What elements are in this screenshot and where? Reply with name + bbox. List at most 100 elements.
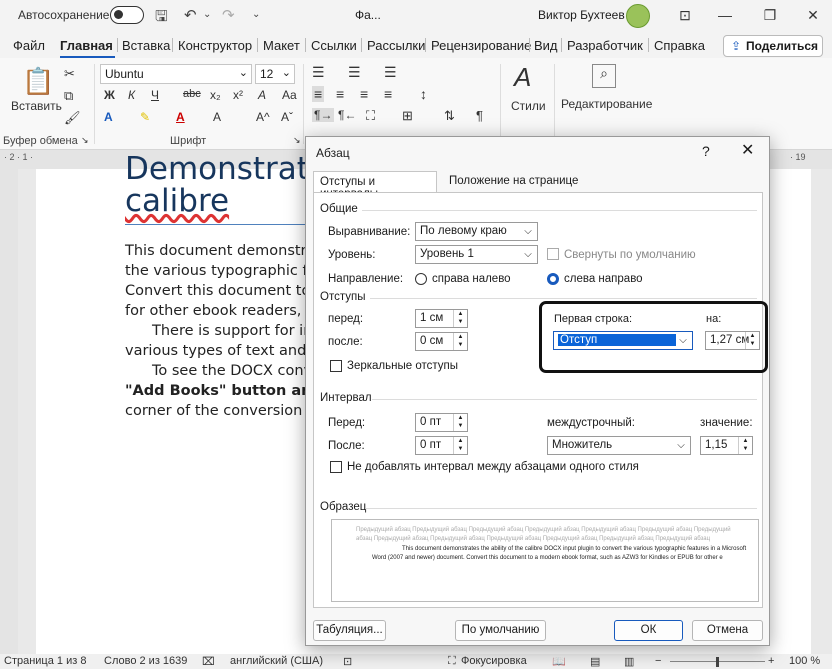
format-painter-icon[interactable]: 🖌 [64,110,81,126]
restore-button[interactable]: ❐ [755,4,785,26]
tab-help[interactable]: Справка [654,38,705,53]
no-space-checkbox[interactable] [330,461,342,473]
undo-dropdown-icon[interactable]: ⌄ [203,9,211,20]
spin-arrows-icon[interactable]: ▲ ▼ [453,333,467,350]
focus-icon[interactable]: ⛶ [448,655,456,668]
styles-icon[interactable]: A [514,62,531,93]
tab-home[interactable]: Главная [60,38,113,53]
page-count[interactable]: Страница 1 из 8 [4,655,86,667]
font-color-icon[interactable]: A [176,110,185,124]
ribbon-display-icon[interactable]: ⊡ [670,4,700,26]
spin-arrows-icon[interactable]: ▲ ▼ [453,437,467,454]
spacing-before-spinner[interactable]: 0 пт ▲ ▼ [415,413,468,432]
tab-developer[interactable]: Разработчик [567,38,643,53]
tabs-button[interactable]: Табуляция... [313,620,386,641]
tab-review[interactable]: Рецензирование [431,38,531,53]
clipboard-launcher-icon[interactable]: ↘ [81,135,89,146]
show-marks-button[interactable]: ¶ [476,108,483,123]
level-select[interactable]: Уровень 1 ⌵ [415,245,538,264]
paste-label[interactable]: Вставить [11,99,62,113]
spin-arrows-icon[interactable]: ▲ ▼ [738,437,752,454]
zoom-slider-thumb[interactable] [716,657,719,667]
italic-button[interactable]: К [128,88,135,102]
print-layout-icon[interactable]: ▤ [590,655,600,668]
subscript-button[interactable]: x₂ [210,88,221,102]
minimize-button[interactable]: — [710,4,740,26]
close-icon[interactable]: ✕ [741,140,754,160]
sort-icon[interactable]: ⇅ [444,108,455,124]
set-default-button[interactable]: По умолчанию [455,620,546,641]
search-icon[interactable]: ⌕ [592,64,616,88]
text-effects-icon[interactable]: A [104,110,113,124]
underline-button[interactable]: Ч [151,88,159,102]
spacing-after-spinner[interactable]: 0 пт ▲ ▼ [415,436,468,455]
mirror-indents-checkbox[interactable] [330,360,342,372]
font-launcher-icon[interactable]: ↘ [293,135,301,146]
accessibility-icon[interactable]: ⊡ [343,655,352,668]
tab-layout[interactable]: Макет [263,38,300,53]
zoom-out-button[interactable]: − [655,655,661,667]
strikethrough-button[interactable]: abc [183,88,201,100]
word-count[interactable]: Слово 2 из 1639 [104,655,187,667]
spin-arrows-icon[interactable]: ▲ ▼ [453,310,467,327]
shrink-font-button[interactable]: Aˇ [281,110,293,124]
collapsed-checkbox[interactable] [547,248,559,260]
copy-icon[interactable]: ⧉ [64,88,73,104]
font-size-combo[interactable]: 12 ⌄ [255,64,295,84]
rtl-radio[interactable] [415,273,427,285]
justify-icon[interactable]: ≡ [384,86,392,102]
close-window-button[interactable]: ✕ [798,4,828,26]
proofing-icon[interactable]: ⌧ [202,655,215,668]
paste-icon[interactable]: 📋 [22,66,54,97]
avatar[interactable] [626,4,650,28]
tab-mailings[interactable]: Рассылки [367,38,425,53]
redo-icon[interactable]: ↷ [222,6,235,24]
ok-button[interactable]: ОК [614,620,683,641]
help-icon[interactable]: ? [702,143,710,159]
font-name-combo[interactable]: Ubuntu ⌄ [100,64,252,84]
ltr-icon[interactable]: ¶→ [312,108,335,122]
cut-icon[interactable]: ✂ [64,66,75,82]
line-spacing-select[interactable]: Множитель ⌵ [547,436,691,455]
numbering-icon[interactable]: ☰ [348,64,361,81]
shading-bucket-icon[interactable]: ⛶ [366,108,375,124]
multilevel-list-icon[interactable]: ☰ [384,64,397,81]
focus-mode[interactable]: Фокусировка [461,655,527,667]
align-center-icon[interactable]: ≡ [336,86,344,102]
tab-line-page-breaks[interactable]: Положение на странице [443,171,585,193]
indent-after-spinner[interactable]: 0 см ▲ ▼ [415,332,468,351]
bold-button[interactable]: Ж [104,88,115,102]
share-button[interactable]: Поделиться [723,35,823,57]
spacing-value-spinner[interactable]: 1,15 ▲ ▼ [700,436,753,455]
rtl-icon[interactable]: ¶← [338,108,356,122]
grow-font-button[interactable]: A^ [256,110,270,124]
tab-references[interactable]: Ссылки [311,38,357,53]
tab-indents-spacing[interactable]: Отступы и интервалы [313,171,437,200]
zoom-level[interactable]: 100 % [789,655,820,667]
zoom-in-button[interactable]: + [768,655,774,667]
read-mode-icon[interactable]: 📖 [552,655,566,668]
tab-design[interactable]: Конструктор [178,38,252,53]
tab-view[interactable]: Вид [534,38,558,53]
shading-icon[interactable]: A [213,110,221,124]
spin-arrows-icon[interactable]: ▲ ▼ [453,414,467,431]
change-case-button[interactable]: Aa [282,88,297,102]
bullets-icon[interactable]: ☰ [312,64,325,81]
superscript-button[interactable]: x² [233,88,243,102]
autosave-toggle[interactable] [110,6,144,24]
undo-icon[interactable]: ↶ [184,6,197,24]
align-left-icon[interactable]: ≡ [312,86,325,102]
borders-icon[interactable]: ⊞ [402,108,413,124]
editing-label[interactable]: Редактирование [561,97,652,111]
clear-format-button[interactable]: A [258,88,266,102]
save-icon[interactable]: 🖫 [155,6,168,31]
indent-before-spinner[interactable]: 1 см ▲ ▼ [415,309,468,328]
highlight-icon[interactable]: ✎ [140,110,150,124]
tab-file[interactable]: Файл [13,38,45,53]
language-status[interactable]: английский (США) [230,655,323,667]
alignment-select[interactable]: По левому краю ⌵ [415,222,538,241]
ltr-radio[interactable] [547,273,559,285]
tab-insert[interactable]: Вставка [122,38,170,53]
vertical-ruler[interactable] [0,169,18,654]
customize-toolbar-icon[interactable]: ⌄ [252,9,260,20]
